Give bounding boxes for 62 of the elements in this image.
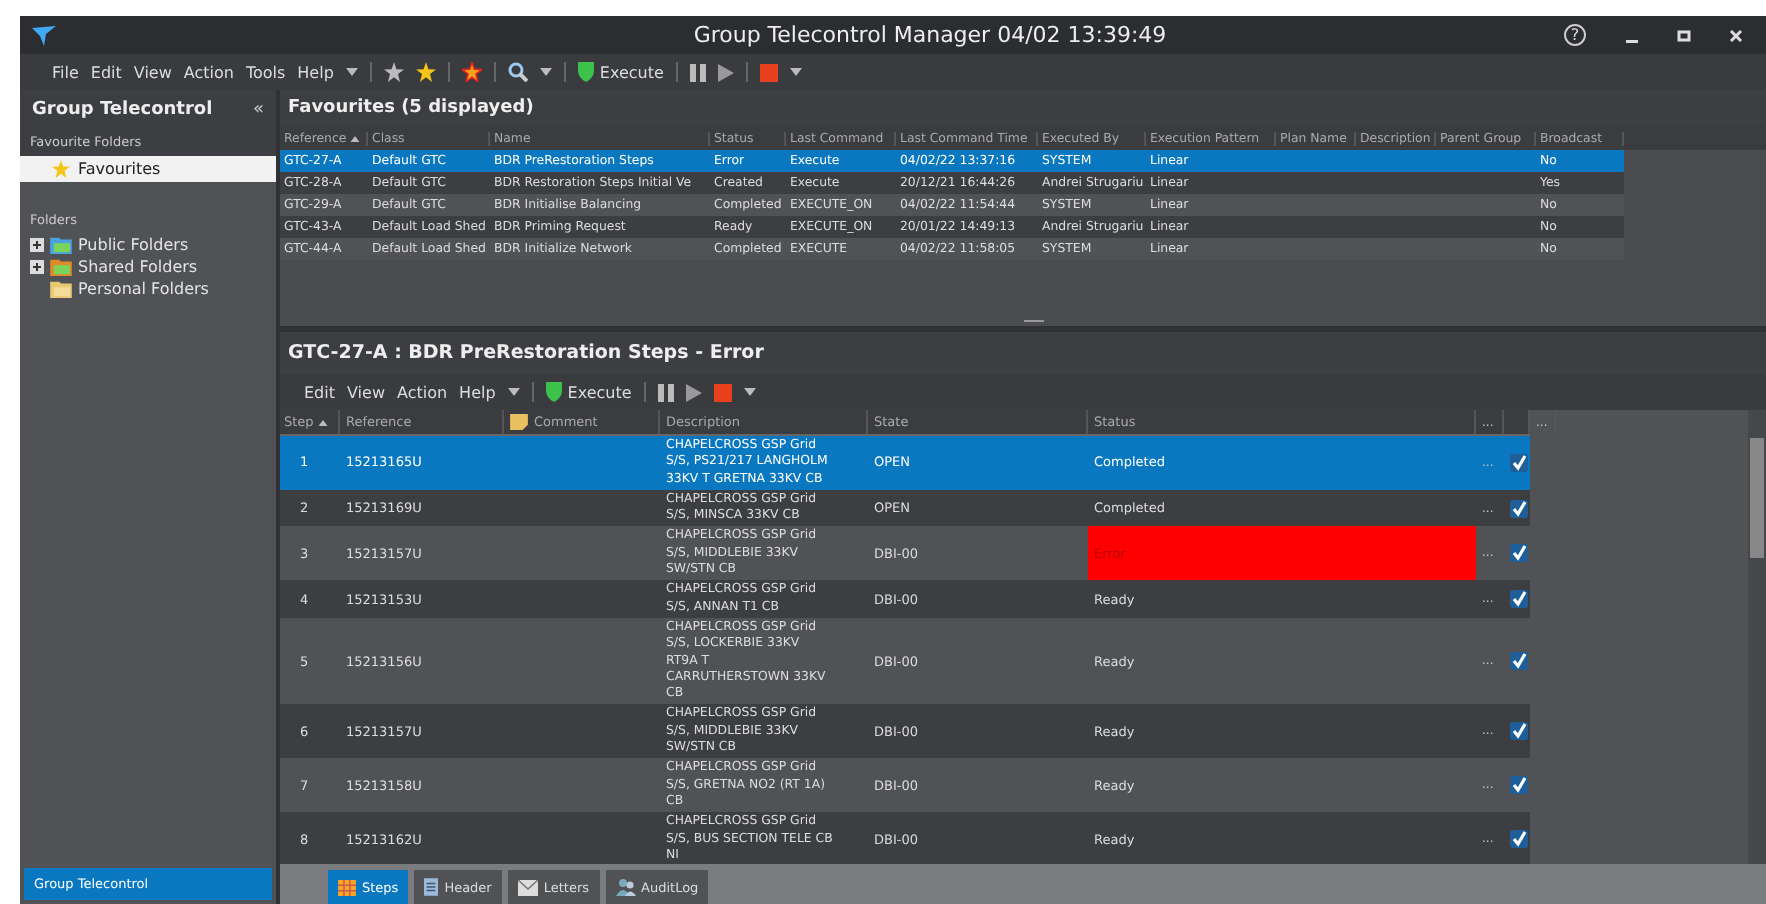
- play-icon[interactable]: [685, 383, 702, 401]
- expand-icon[interactable]: [30, 238, 44, 252]
- close-icon[interactable]: [1728, 27, 1744, 43]
- menu-item[interactable]: Tools: [245, 63, 286, 81]
- checkbox[interactable]: [1510, 544, 1528, 563]
- caret-icon[interactable]: [743, 388, 756, 396]
- menu-item[interactable]: View: [133, 63, 172, 81]
- people-icon: [615, 878, 636, 896]
- sidebar-item[interactable]: Favourites: [20, 156, 276, 182]
- pause-icon[interactable]: [657, 383, 674, 401]
- window-title: Group Telecontrol Manager 04/02 13:39:49: [691, 22, 1169, 48]
- star-icon[interactable]: [461, 62, 482, 82]
- checkbox[interactable]: [1510, 499, 1528, 518]
- menu-item[interactable]: Help: [459, 383, 496, 401]
- play-icon[interactable]: [717, 63, 734, 81]
- folder-item[interactable]: Public Folders: [78, 236, 189, 254]
- panel-title: Favourites (5 displayed): [280, 90, 1766, 126]
- folder-icon: [50, 258, 72, 276]
- stop-icon[interactable]: [713, 383, 732, 401]
- scrollbar[interactable]: [1748, 410, 1766, 864]
- folder-icon: [50, 236, 72, 254]
- caret-icon[interactable]: [789, 68, 802, 76]
- checkbox[interactable]: [1510, 776, 1528, 795]
- menu-item[interactable]: Action: [183, 63, 234, 81]
- shield-icon: [545, 382, 562, 402]
- maximize-icon[interactable]: [1676, 27, 1692, 43]
- menu-item[interactable]: Edit: [90, 63, 122, 81]
- execute-button[interactable]: Execute: [545, 382, 632, 402]
- collapse-button[interactable]: «: [252, 99, 264, 119]
- caret-icon[interactable]: [345, 68, 358, 76]
- checkbox[interactable]: [1510, 590, 1528, 609]
- checkbox[interactable]: [1510, 453, 1528, 472]
- menu-item[interactable]: Edit: [304, 383, 335, 401]
- checkbox[interactable]: [1510, 652, 1528, 671]
- grid-icon: [338, 879, 356, 895]
- panel-title: GTC-27-A : BDR PreRestoration Steps - Error: [280, 332, 1766, 374]
- checkbox[interactable]: [1510, 830, 1528, 849]
- execute-button[interactable]: Execute: [577, 62, 664, 82]
- pause-icon[interactable]: [689, 63, 706, 81]
- star-icon[interactable]: [383, 62, 404, 82]
- sidebar-title: Group Telecontrol: [32, 99, 213, 119]
- logo-icon: [32, 25, 56, 45]
- document-icon: [424, 878, 439, 896]
- help-button[interactable]: ?: [1564, 24, 1586, 46]
- menu-item[interactable]: View: [347, 383, 385, 401]
- checkbox[interactable]: [1510, 722, 1528, 741]
- star-icon[interactable]: [415, 62, 436, 82]
- menu-item[interactable]: Help: [297, 63, 334, 81]
- envelope-icon: [517, 879, 538, 895]
- note-icon: [510, 414, 528, 430]
- expand-icon[interactable]: [30, 260, 44, 274]
- folder-item[interactable]: Personal Folders: [78, 280, 209, 298]
- folder-icon: [50, 280, 72, 298]
- caret-icon[interactable]: [507, 388, 520, 396]
- folder-item[interactable]: Shared Folders: [78, 258, 198, 276]
- menu-item[interactable]: File: [52, 63, 79, 81]
- star-icon: [52, 160, 70, 178]
- search-icon[interactable]: [507, 62, 528, 82]
- shield-icon: [577, 62, 594, 82]
- menu-item[interactable]: Action: [396, 383, 448, 401]
- caret-icon[interactable]: [539, 68, 552, 76]
- stop-icon[interactable]: [759, 63, 778, 81]
